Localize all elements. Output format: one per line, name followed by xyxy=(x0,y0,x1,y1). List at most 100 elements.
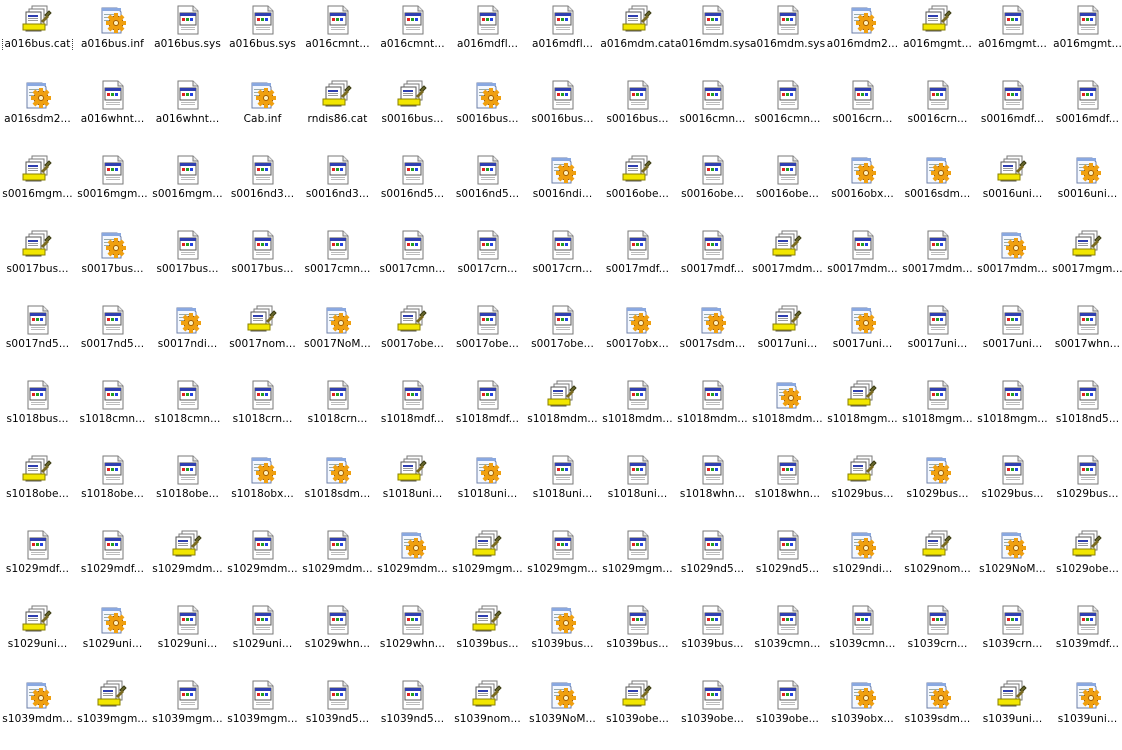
file-item[interactable]: s1039bus... xyxy=(600,600,675,675)
file-item[interactable]: s1039obe... xyxy=(600,675,675,750)
file-item[interactable]: s1029mdm... xyxy=(225,525,300,600)
file-item[interactable]: s1018mdm... xyxy=(750,375,825,450)
file-item[interactable]: s1039mgm... xyxy=(150,675,225,750)
file-item[interactable]: rndis86.cat xyxy=(300,75,375,150)
file-item[interactable]: s0016mgm... xyxy=(75,150,150,225)
file-item[interactable]: a016cmnt... xyxy=(300,0,375,75)
file-item[interactable]: s1039NoM... xyxy=(525,675,600,750)
file-item[interactable]: s1029nd5... xyxy=(675,525,750,600)
file-item[interactable]: s1029bus... xyxy=(1050,450,1122,525)
file-item[interactable]: a016mgmt... xyxy=(900,0,975,75)
file-item[interactable]: s1039cmn... xyxy=(750,600,825,675)
file-item[interactable]: s1039mgm... xyxy=(225,675,300,750)
file-item[interactable]: s0016sdm... xyxy=(900,150,975,225)
file-item[interactable]: s0016mgm... xyxy=(150,150,225,225)
file-item[interactable]: s0017crn... xyxy=(525,225,600,300)
file-item[interactable]: s0016mdf... xyxy=(975,75,1050,150)
file-item[interactable]: s0017mdf... xyxy=(675,225,750,300)
file-item[interactable]: s1039cmn... xyxy=(825,600,900,675)
file-item[interactable]: s1039bus... xyxy=(450,600,525,675)
file-item[interactable]: s0016cmn... xyxy=(675,75,750,150)
file-item[interactable]: s0016obe... xyxy=(600,150,675,225)
file-item[interactable]: s0017mdm... xyxy=(975,225,1050,300)
file-item[interactable]: s0016obx... xyxy=(825,150,900,225)
file-item[interactable]: s1029uni... xyxy=(150,600,225,675)
file-item[interactable]: s0017crn... xyxy=(450,225,525,300)
file-item[interactable]: s0017obe... xyxy=(450,300,525,375)
file-item[interactable]: s0017bus... xyxy=(225,225,300,300)
file-item[interactable]: s0017uni... xyxy=(825,300,900,375)
file-item[interactable]: a016bus.cat xyxy=(0,0,75,75)
file-item[interactable]: s0016nd5... xyxy=(375,150,450,225)
file-item[interactable]: s1029whn... xyxy=(300,600,375,675)
file-item[interactable]: s0016nd3... xyxy=(300,150,375,225)
file-item[interactable]: s0016bus... xyxy=(525,75,600,150)
file-item[interactable]: a016mdm.sys xyxy=(750,0,825,75)
file-item[interactable]: s0016obe... xyxy=(675,150,750,225)
file-item[interactable]: s0017nd5... xyxy=(0,300,75,375)
file-item[interactable]: s1039nom... xyxy=(450,675,525,750)
file-item[interactable]: s1018whn... xyxy=(750,450,825,525)
file-item[interactable]: s1029whn... xyxy=(375,600,450,675)
file-item[interactable]: s0017mdf... xyxy=(600,225,675,300)
file-item[interactable]: s0017bus... xyxy=(150,225,225,300)
file-item[interactable]: s0017obx... xyxy=(600,300,675,375)
file-item[interactable]: s0017uni... xyxy=(900,300,975,375)
file-item[interactable]: s1018mdf... xyxy=(375,375,450,450)
file-item[interactable]: s0016uni... xyxy=(1050,150,1122,225)
file-item[interactable]: a016bus.inf xyxy=(75,0,150,75)
file-item[interactable]: s1029NoM... xyxy=(975,525,1050,600)
file-item[interactable]: s1029nd5... xyxy=(750,525,825,600)
file-item[interactable]: s0017sdm... xyxy=(675,300,750,375)
file-item[interactable]: s1018crn... xyxy=(225,375,300,450)
file-item[interactable]: a016mgmt... xyxy=(975,0,1050,75)
file-item[interactable]: s1029mgm... xyxy=(525,525,600,600)
file-item[interactable]: s0017nom... xyxy=(225,300,300,375)
file-item[interactable]: s1029uni... xyxy=(0,600,75,675)
file-item[interactable]: s1018obe... xyxy=(0,450,75,525)
file-item[interactable]: s0017NoM... xyxy=(300,300,375,375)
file-item[interactable]: s1029bus... xyxy=(900,450,975,525)
file-item[interactable]: s0017mdm... xyxy=(900,225,975,300)
file-item[interactable]: s1039obe... xyxy=(675,675,750,750)
file-item[interactable]: s1018mgm... xyxy=(900,375,975,450)
file-item[interactable]: a016bus.sys xyxy=(150,0,225,75)
file-item[interactable]: s1039nd5... xyxy=(300,675,375,750)
file-item[interactable]: s1018mdm... xyxy=(525,375,600,450)
file-item[interactable]: s0016bus... xyxy=(450,75,525,150)
file-item[interactable]: s0017obe... xyxy=(525,300,600,375)
file-item[interactable]: a016bus.sys xyxy=(225,0,300,75)
file-item[interactable]: s0017nd5... xyxy=(75,300,150,375)
file-item[interactable]: s1018mdm... xyxy=(675,375,750,450)
file-item[interactable]: s1029mdf... xyxy=(0,525,75,600)
file-item[interactable]: s1029mdm... xyxy=(300,525,375,600)
file-item[interactable]: s1018cmn... xyxy=(150,375,225,450)
file-item[interactable]: s1018obx... xyxy=(225,450,300,525)
file-item[interactable]: a016sdm2... xyxy=(0,75,75,150)
file-item[interactable]: s0016nd3... xyxy=(225,150,300,225)
file-item[interactable]: s0016ndi... xyxy=(525,150,600,225)
file-item[interactable]: s1039obx... xyxy=(825,675,900,750)
file-item[interactable]: s1018obe... xyxy=(75,450,150,525)
file-item[interactable]: s0017mgm... xyxy=(1050,225,1122,300)
file-item[interactable]: s0016mdf... xyxy=(1050,75,1122,150)
file-item[interactable]: s1018uni... xyxy=(525,450,600,525)
file-item[interactable]: s1018bus... xyxy=(0,375,75,450)
file-item[interactable]: a016mgmt... xyxy=(1050,0,1122,75)
file-item[interactable]: s0017ndi... xyxy=(150,300,225,375)
file-item[interactable]: s1039mgm... xyxy=(75,675,150,750)
file-item[interactable]: s0016bus... xyxy=(600,75,675,150)
file-item[interactable]: s0017whn... xyxy=(1050,300,1122,375)
file-item[interactable]: s1018whn... xyxy=(675,450,750,525)
file-item[interactable]: a016mdm2... xyxy=(825,0,900,75)
file-item[interactable]: s0016uni... xyxy=(975,150,1050,225)
file-item[interactable]: s1018uni... xyxy=(600,450,675,525)
file-item[interactable]: s0016mgm... xyxy=(0,150,75,225)
file-item[interactable]: s1018mgm... xyxy=(975,375,1050,450)
file-item[interactable]: s1018cmn... xyxy=(75,375,150,450)
file-item[interactable]: Cab.inf xyxy=(225,75,300,150)
file-item[interactable]: s1018obe... xyxy=(150,450,225,525)
file-item[interactable]: s0016cmn... xyxy=(750,75,825,150)
file-item[interactable]: s1018uni... xyxy=(450,450,525,525)
file-item[interactable]: s0017bus... xyxy=(75,225,150,300)
